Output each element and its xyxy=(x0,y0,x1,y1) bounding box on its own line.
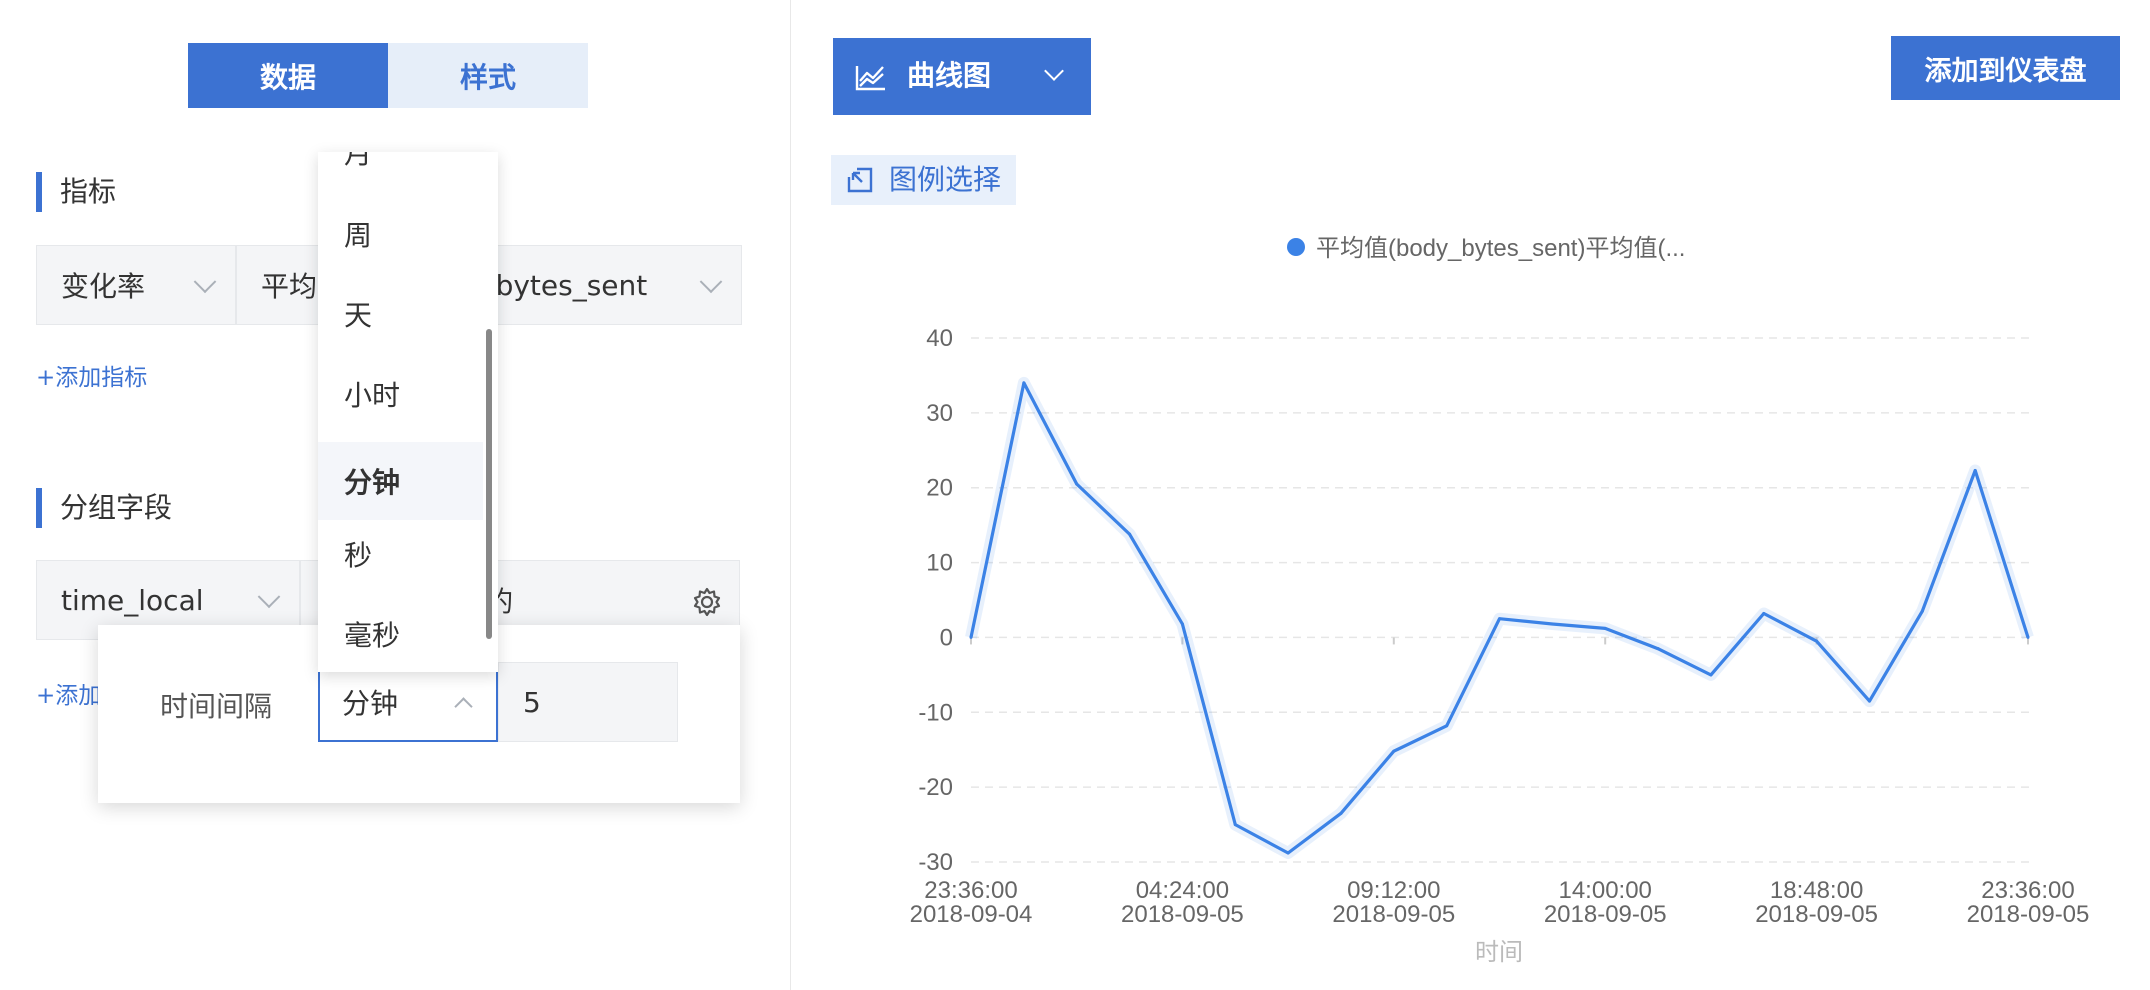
x-tick-label: 04:24:00 xyxy=(1136,877,1229,904)
data-point xyxy=(1709,673,1713,677)
x-tick-label: 2018-09-05 xyxy=(1332,901,1455,928)
chart-grid xyxy=(971,337,2029,863)
y-tick-label: 30 xyxy=(926,400,953,427)
x-tick-label: 23:36:00 xyxy=(924,877,1017,904)
y-tick-label: -20 xyxy=(918,774,953,801)
data-point xyxy=(1920,609,1924,613)
data-point xyxy=(1128,532,1132,536)
y-tick-label: -10 xyxy=(918,699,953,726)
x-tick-label: 2018-09-04 xyxy=(910,901,1033,928)
x-tick-label: 09:12:00 xyxy=(1347,877,1440,904)
x-tick-label: 14:00:00 xyxy=(1558,877,1651,904)
y-tick-label: 40 xyxy=(926,325,953,352)
chart-y-axis: 40 30 20 10 0 -10 -20 -30 xyxy=(918,325,953,876)
data-point xyxy=(1286,851,1290,855)
chart-points xyxy=(969,381,2030,855)
data-point xyxy=(2026,635,2030,639)
y-tick-label: 0 xyxy=(940,624,953,651)
data-point xyxy=(1656,647,1660,651)
legend-marker xyxy=(1287,238,1305,256)
data-point xyxy=(969,635,973,639)
chart-x-axis-title: 时间 xyxy=(1475,939,1523,966)
data-point xyxy=(1392,749,1396,753)
chart-x-axis: 23:36:002018-09-0404:24:002018-09-0509:1… xyxy=(910,637,2090,928)
data-point xyxy=(1603,626,1607,630)
data-point xyxy=(1498,617,1501,621)
x-tick-label: 18:48:00 xyxy=(1770,877,1863,904)
data-point xyxy=(1867,699,1871,703)
data-point xyxy=(1180,622,1184,626)
data-point xyxy=(1075,482,1079,486)
x-tick-label: 2018-09-05 xyxy=(1121,901,1244,928)
data-point xyxy=(1762,611,1766,615)
line-chart: 403020100-10-20-30 23:36:002018-09-0404:… xyxy=(910,235,2090,966)
legend-series-name: 平均值(body_bytes_sent)平均值(... xyxy=(1316,235,1685,262)
x-tick-label: 23:36:00 xyxy=(1981,877,2074,904)
x-tick-label: 2018-09-05 xyxy=(1544,901,1667,928)
data-point xyxy=(1233,823,1237,827)
data-point xyxy=(1022,381,1026,385)
x-tick-label: 2018-09-05 xyxy=(1967,901,2090,928)
y-tick-label: 20 xyxy=(926,475,953,502)
data-point xyxy=(1445,724,1449,728)
data-point xyxy=(1339,811,1343,815)
data-point xyxy=(1550,622,1554,626)
y-tick-label: -30 xyxy=(918,849,953,876)
data-point xyxy=(1973,468,1977,472)
chart-legend: 平均值(body_bytes_sent)平均值(... xyxy=(1287,235,1685,262)
y-tick-label: 10 xyxy=(926,550,953,577)
data-point xyxy=(1815,639,1819,643)
x-tick-label: 2018-09-05 xyxy=(1755,901,1878,928)
